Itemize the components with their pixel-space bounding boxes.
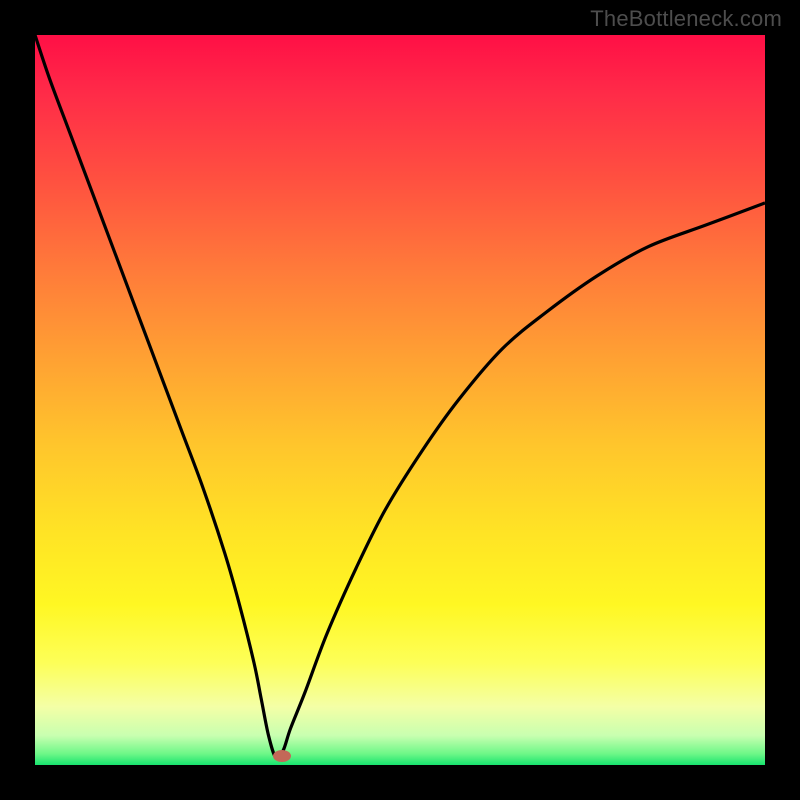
attribution-watermark: TheBottleneck.com <box>590 6 782 32</box>
optimal-point-marker <box>273 750 291 762</box>
bottleneck-curve <box>35 35 765 758</box>
bottleneck-curve-layer <box>35 35 765 765</box>
chart-plot-area <box>35 35 765 765</box>
